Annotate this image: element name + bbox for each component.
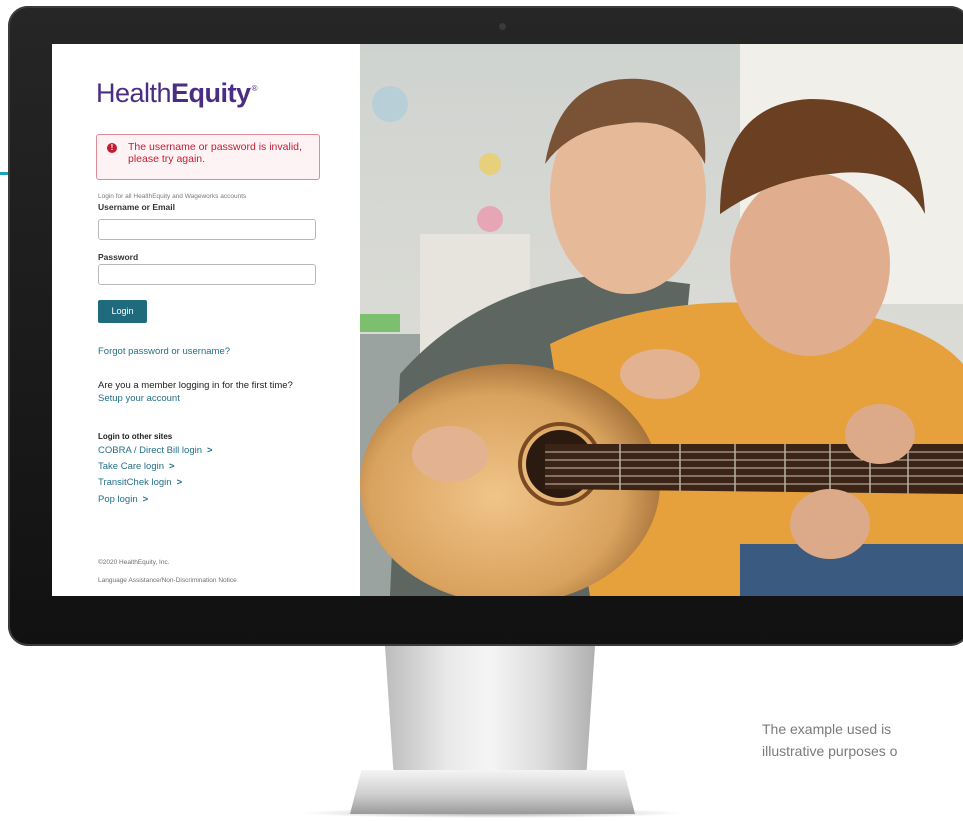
other-sites-heading: Login to other sites bbox=[98, 432, 173, 441]
disclaimer-line-2: illustrative purposes o bbox=[762, 743, 898, 759]
username-label: Username or Email bbox=[98, 202, 176, 212]
disclaimer-line-1: The example used is bbox=[762, 721, 892, 737]
password-label: Password bbox=[98, 252, 139, 262]
login-button[interactable]: Login bbox=[98, 300, 147, 323]
error-icon: ! bbox=[107, 143, 117, 153]
username-input[interactable] bbox=[98, 219, 316, 240]
monitor-stand-neck bbox=[385, 646, 595, 771]
login-panel: HealthEquity® ! The username or password… bbox=[52, 44, 360, 596]
pop-login-link[interactable]: Pop login > bbox=[98, 494, 148, 505]
monitor-screen: HealthEquity® ! The username or password… bbox=[52, 44, 963, 596]
disclaimer: The example used is illustrative purpose… bbox=[762, 718, 963, 762]
copyright-text: ©2020 HealthEquity, Inc. bbox=[98, 559, 170, 566]
error-alert: ! The username or password is invalid, p… bbox=[96, 134, 320, 180]
hero-photo bbox=[360, 44, 963, 596]
chevron-right-icon: > bbox=[207, 445, 213, 456]
father-son-guitar-image bbox=[360, 44, 963, 596]
accounts-note: Login for all HealthEquity and Wageworks… bbox=[98, 193, 247, 200]
setup-account-link[interactable]: Setup your account bbox=[98, 393, 180, 404]
language-assistance-link[interactable]: Language Assistance/Non-Discrimination N… bbox=[98, 577, 237, 584]
forgot-password-link[interactable]: Forgot password or username? bbox=[98, 346, 230, 357]
error-message: The username or password is invalid, ple… bbox=[128, 141, 302, 165]
healthequity-logo: HealthEquity® bbox=[96, 78, 258, 108]
monitor-stand-base bbox=[350, 770, 635, 814]
camera-icon bbox=[499, 23, 506, 30]
transitchek-login-link[interactable]: TransitChek login > bbox=[98, 477, 182, 488]
first-time-question: Are you a member logging in for the firs… bbox=[98, 380, 293, 391]
chevron-right-icon: > bbox=[176, 477, 183, 488]
chevron-right-icon: > bbox=[169, 461, 175, 472]
password-input[interactable] bbox=[98, 264, 316, 285]
chevron-right-icon: > bbox=[142, 494, 149, 505]
cobra-login-link[interactable]: COBRA / Direct Bill login > bbox=[98, 445, 213, 456]
take-care-login-link[interactable]: Take Care login > bbox=[98, 461, 175, 472]
